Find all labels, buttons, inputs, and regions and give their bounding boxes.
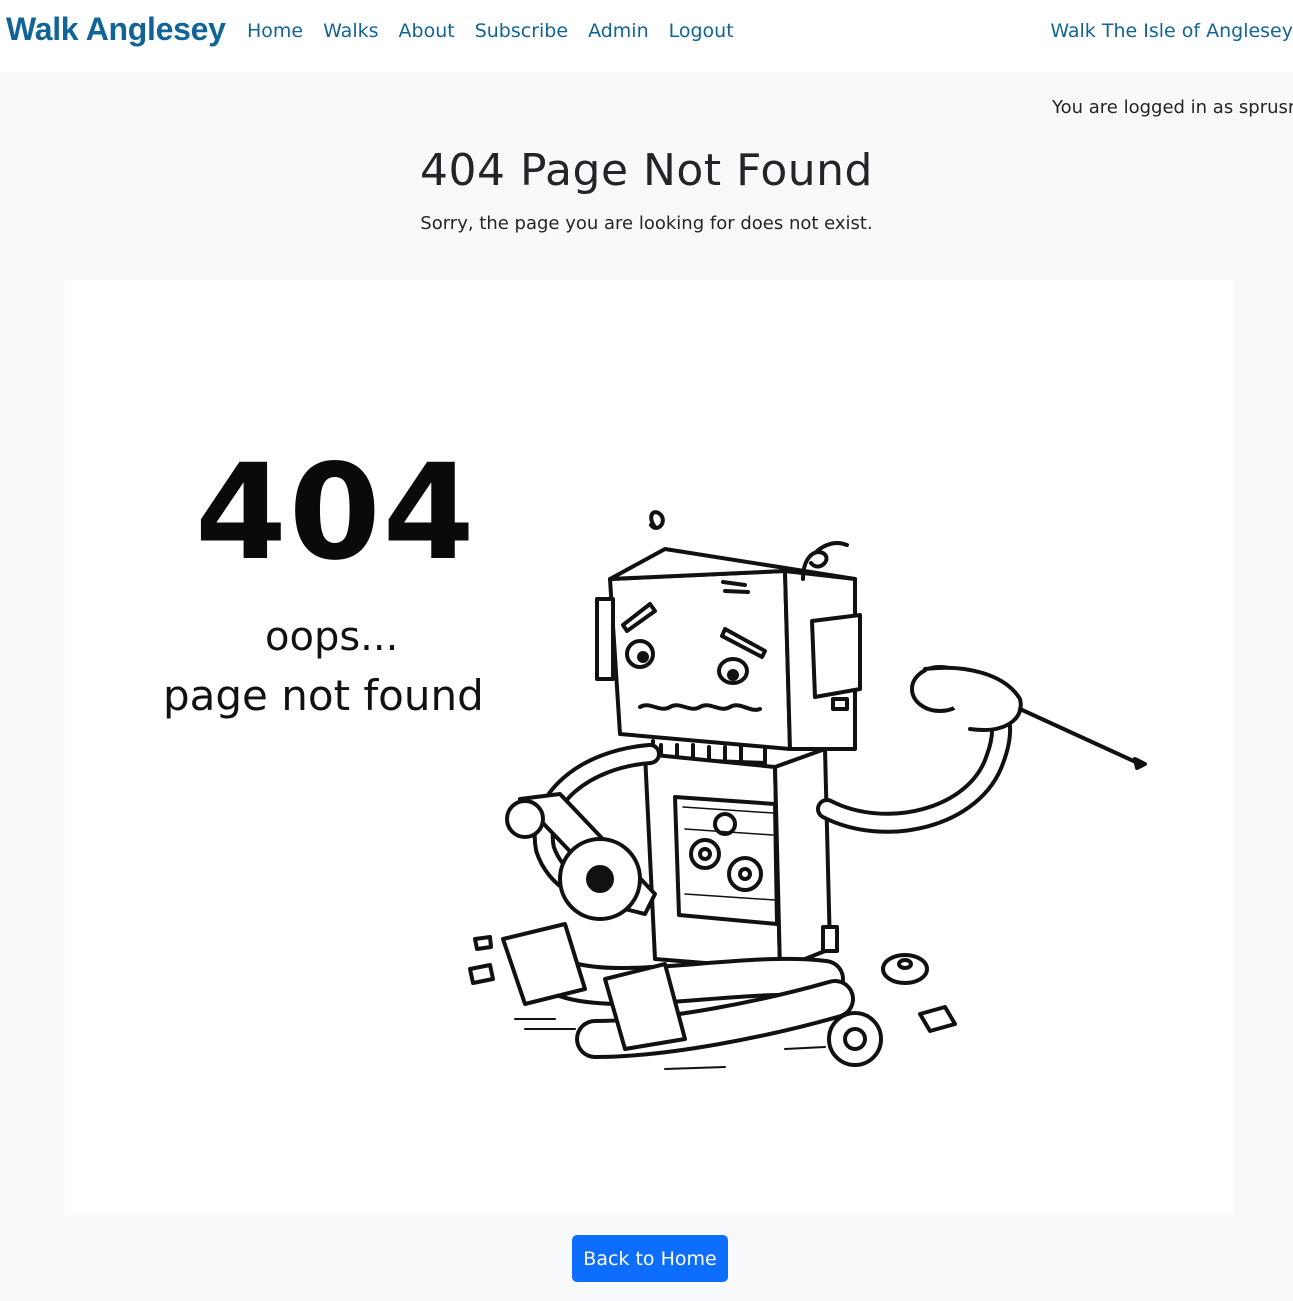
nav-link-about[interactable]: About [399, 20, 455, 42]
nav-links: Home Walks About Subscribe Admin Logout [247, 20, 754, 42]
illustration-page-not-found-text: page not found [163, 671, 484, 720]
navbar: Walk Anglesey Home Walks About Subscribe… [0, 0, 1293, 73]
illustration-404-text: 404 [195, 436, 477, 590]
illustration-oops-text: oops... [265, 614, 399, 660]
page-title: 404 Page Not Found [420, 145, 873, 196]
nav-link-home[interactable]: Home [247, 20, 303, 42]
broken-robot-drawing [468, 510, 1147, 1070]
nav-link-admin[interactable]: Admin [588, 20, 649, 42]
nav-link-walks[interactable]: Walks [323, 20, 378, 42]
brand-logo-link[interactable]: Walk Anglesey [6, 11, 226, 48]
nav-right-link[interactable]: Walk The Isle of Anglesey [1050, 20, 1293, 42]
back-to-home-button[interactable]: Back to Home [572, 1235, 728, 1282]
nav-link-logout[interactable]: Logout [669, 20, 734, 42]
error-illustration: 404 oops... page not found [65, 279, 1234, 1215]
logged-in-status: You are logged in as sprusr [1052, 97, 1293, 118]
page-subtitle: Sorry, the page you are looking for does… [420, 213, 873, 234]
nav-link-subscribe[interactable]: Subscribe [475, 20, 568, 42]
